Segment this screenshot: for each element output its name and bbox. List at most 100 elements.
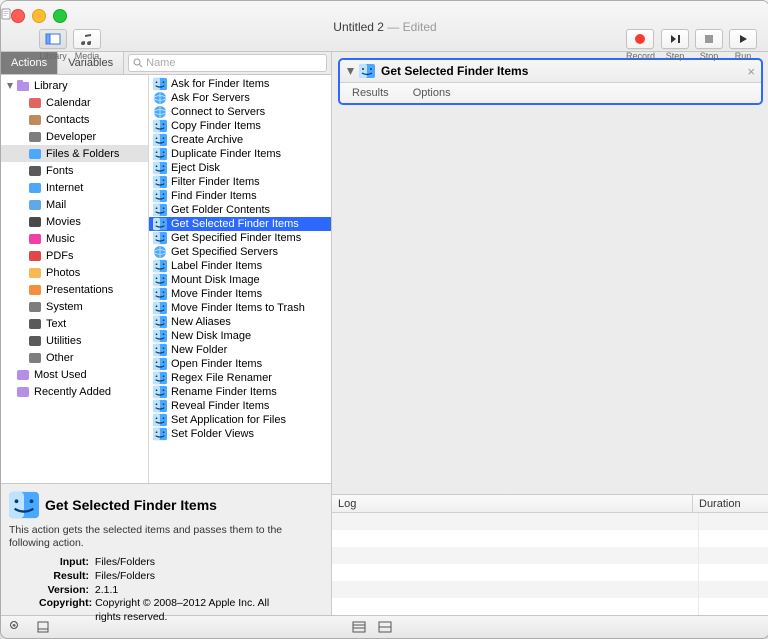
library-source-list[interactable]: Library Calendar ContactsDeveloperFiles & … (1, 75, 149, 483)
action-item-label: Get Specified Finder Items (171, 232, 301, 244)
action-item[interactable]: Mount Disk Image (149, 273, 331, 287)
category-icon (28, 181, 42, 195)
log-view-list-button[interactable] (351, 619, 367, 635)
action-item[interactable]: Open Finder Items (149, 357, 331, 371)
library-item[interactable]: Calendar (1, 94, 148, 111)
search-input[interactable]: Name (128, 54, 327, 72)
finder-icon (153, 175, 167, 189)
action-item-label: Regex File Renamer (171, 372, 272, 384)
category-icon (28, 147, 42, 161)
action-item[interactable]: Filter Finder Items (149, 175, 331, 189)
action-item[interactable]: Move Finder Items (149, 287, 331, 301)
action-item[interactable]: Label Finder Items (149, 259, 331, 273)
globe-icon (153, 105, 167, 119)
finder-icon (153, 259, 167, 273)
log-panel: Log Duration (332, 494, 768, 615)
library-root[interactable]: Library (1, 77, 148, 94)
disclosure-triangle-icon[interactable] (346, 67, 355, 76)
workflow-step[interactable]: Get Selected Finder Items × Results Opti… (338, 58, 763, 105)
finder-icon (153, 119, 167, 133)
action-item-label: Filter Finder Items (171, 176, 260, 188)
library-item[interactable]: Mail (1, 196, 148, 213)
finder-icon (153, 301, 167, 315)
library-item[interactable]: Text (1, 315, 148, 332)
library-item[interactable]: Utilities (1, 332, 148, 349)
library-item-label: Text (46, 318, 66, 330)
finder-icon (153, 399, 167, 413)
step-options-button[interactable]: Options (401, 87, 463, 99)
library-item-label: Utilities (46, 335, 81, 347)
action-item[interactable]: Reveal Finder Items (149, 399, 331, 413)
library-smart-group[interactable]: Recently Added (1, 383, 148, 400)
library-item[interactable]: PDFs (1, 247, 148, 264)
action-item[interactable]: New Folder (149, 343, 331, 357)
library-item-label: Presentations (46, 284, 113, 296)
toolbar-media[interactable]: Media (73, 29, 101, 61)
action-item[interactable]: Regex File Renamer (149, 371, 331, 385)
action-item-label: Ask For Servers (171, 92, 250, 104)
toolbar-step[interactable]: Step (661, 29, 689, 61)
document-proxy-icon[interactable] (1, 8, 768, 20)
library-item[interactable]: Other (1, 349, 148, 366)
library-item[interactable]: System (1, 298, 148, 315)
library-item[interactable]: Photos (1, 264, 148, 281)
action-item-label: Ask for Finder Items (171, 78, 269, 90)
action-item[interactable]: New Disk Image (149, 329, 331, 343)
action-item-label: Mount Disk Image (171, 274, 260, 286)
action-item[interactable]: Create Archive (149, 133, 331, 147)
library-smart-group[interactable]: Most Used (1, 366, 148, 383)
library-item[interactable]: Movies (1, 213, 148, 230)
action-item[interactable]: Set Application for Files (149, 413, 331, 427)
action-item[interactable]: Move Finder Items to Trash (149, 301, 331, 315)
category-icon (28, 351, 42, 365)
library-item-label: Photos (46, 267, 80, 279)
action-item[interactable]: Find Finder Items (149, 189, 331, 203)
library-item-label: Fonts (46, 165, 74, 177)
step-icon (669, 33, 681, 45)
library-item[interactable]: Internet (1, 179, 148, 196)
library-item[interactable]: Developer (1, 128, 148, 145)
action-item[interactable]: Ask For Servers (149, 91, 331, 105)
library-item[interactable]: Contacts (1, 111, 148, 128)
finder-icon (153, 77, 167, 91)
smart-folder-icon (16, 385, 30, 399)
action-menu-button[interactable] (9, 619, 25, 635)
action-item[interactable]: New Aliases (149, 315, 331, 329)
action-item[interactable]: Eject Disk (149, 161, 331, 175)
toolbar-run[interactable]: Run (729, 29, 757, 61)
action-item[interactable]: Ask for Finder Items (149, 77, 331, 91)
action-list[interactable]: Ask for Finder Items Ask For ServersConne… (149, 75, 331, 483)
library-item[interactable]: Files & Folders (1, 145, 148, 162)
remove-step-button[interactable]: × (747, 64, 755, 79)
action-item[interactable]: Connect to Servers (149, 105, 331, 119)
library-item[interactable]: Fonts (1, 162, 148, 179)
library-item-label: Calendar (46, 97, 91, 109)
action-item[interactable]: Rename Finder Items (149, 385, 331, 399)
toolbar-stop[interactable]: Stop (695, 29, 723, 61)
action-item[interactable]: Duplicate Finder Items (149, 147, 331, 161)
disclosure-triangle-icon[interactable] (5, 81, 15, 91)
action-item[interactable]: Get Folder Contents (149, 203, 331, 217)
log-column-duration[interactable]: Duration (693, 495, 768, 512)
workflow-canvas[interactable]: Get Selected Finder Items × Results Opti… (332, 52, 768, 494)
library-item-label: Mail (46, 199, 66, 211)
desc-version-label: Version: (39, 584, 89, 598)
step-results-button[interactable]: Results (340, 87, 401, 99)
action-item-label: Set Folder Views (171, 428, 254, 440)
log-column-log[interactable]: Log (332, 495, 693, 512)
toolbar-record[interactable]: Record (626, 29, 655, 61)
action-item[interactable]: Get Selected Finder Items (149, 217, 331, 231)
action-item[interactable]: Copy Finder Items (149, 119, 331, 133)
library-item-label: Other (46, 352, 74, 364)
library-item[interactable]: Presentations (1, 281, 148, 298)
action-item[interactable]: Set Folder Views (149, 427, 331, 441)
action-item[interactable]: Get Specified Finder Items (149, 231, 331, 245)
desc-input-label: Input: (39, 556, 89, 570)
action-item[interactable]: Get Specified Servers (149, 245, 331, 259)
desc-copyright-label: Copyright: (39, 597, 92, 624)
log-view-split-button[interactable] (377, 619, 393, 635)
globe-icon (153, 91, 167, 105)
library-item[interactable]: Music (1, 230, 148, 247)
finder-icon (9, 490, 39, 520)
toolbar-library[interactable]: Library (39, 29, 67, 61)
